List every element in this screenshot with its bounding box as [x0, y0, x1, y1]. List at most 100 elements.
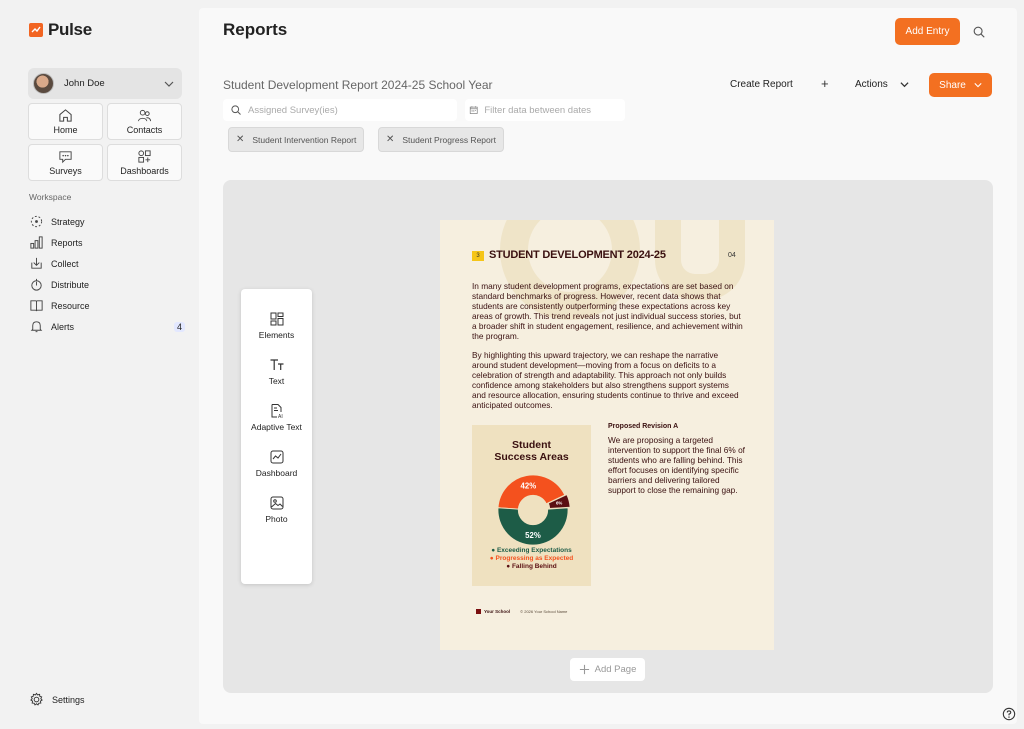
add-button[interactable]: +: [821, 76, 829, 91]
chip-label: Student Intervention Report: [252, 134, 357, 145]
settings-label: Settings: [52, 694, 85, 705]
user-menu[interactable]: John Doe: [28, 68, 182, 99]
page-heading[interactable]: STUDENT DEVELOPMENT 2024-25: [489, 249, 666, 261]
collect-icon: [31, 257, 42, 269]
revision-text[interactable]: We are proposing a targeted intervention…: [608, 435, 748, 495]
donut-slice-label: 52%: [525, 531, 541, 540]
tool-photo[interactable]: Photo: [241, 495, 312, 524]
school-logo-text: Your School: [484, 609, 511, 614]
close-icon[interactable]: ✕: [386, 134, 394, 145]
share-label: Share: [939, 79, 966, 91]
reports-icon: [30, 236, 43, 249]
add-page-button[interactable]: Add Page: [570, 658, 645, 681]
help-icon[interactable]: [1002, 707, 1016, 721]
photo-icon: [270, 496, 283, 510]
page-number: 04: [728, 252, 736, 259]
report-title: Student Development Report 2024-25 Schoo…: [223, 78, 493, 92]
nav-tile-surveys[interactable]: Surveys: [28, 144, 103, 181]
nav-tile-label: Home: [53, 125, 78, 135]
sidebar-item-label: Collect: [51, 258, 79, 269]
nav-tile-label: Contacts: [126, 125, 163, 135]
sidebar-item-label: Resource: [51, 300, 90, 311]
tool-adaptive-text[interactable]: AI Adaptive Text: [241, 403, 312, 432]
survey-filter[interactable]: [223, 99, 457, 121]
distribute-icon: [31, 278, 42, 291]
workspace-label: Workspace: [29, 192, 72, 202]
sidebar-item-resource[interactable]: Resource: [29, 295, 185, 316]
paragraph[interactable]: In many student development programs, ex…: [472, 281, 744, 341]
close-icon[interactable]: ✕: [236, 134, 244, 145]
gear-icon: [30, 692, 43, 706]
legend-item: ● Falling Behind: [506, 563, 557, 570]
chevron-down-icon: [900, 82, 909, 88]
app-logo[interactable]: Pulse: [29, 20, 92, 40]
strategy-icon: [30, 215, 43, 228]
element-toolbox: Elements Text AI Adaptive Text Dashboard…: [241, 289, 312, 584]
nav-tile-dashboards[interactable]: Dashboards: [107, 144, 182, 181]
nav-tiles: Home Contacts Surveys Dashboards: [28, 103, 182, 181]
nav-tile-label: Surveys: [49, 166, 82, 176]
tool-text[interactable]: Text: [241, 357, 312, 386]
revision-title[interactable]: Proposed Revision A: [608, 423, 678, 430]
chart-title-line: Success Areas: [494, 451, 569, 463]
resource-icon: [30, 300, 43, 312]
date-range-input[interactable]: [484, 104, 625, 116]
report-page[interactable]: 3 STUDENT DEVELOPMENT 2024-25 04 In many…: [440, 220, 774, 650]
filter-chip[interactable]: ✕ Student Intervention Report: [228, 127, 365, 152]
footer-copyright: © 2026 Your School Name: [520, 609, 568, 614]
home-icon: [59, 109, 72, 122]
date-filter[interactable]: [465, 99, 625, 121]
settings-link[interactable]: Settings: [29, 692, 85, 707]
legend-item: ● Exceeding Expectations: [491, 547, 572, 554]
alerts-count-badge: 4: [173, 321, 185, 332]
chevron-down-icon: [974, 83, 982, 88]
report-canvas: Elements Text AI Adaptive Text Dashboard…: [223, 180, 993, 693]
text-icon: [270, 359, 283, 370]
tool-label: Text: [268, 376, 285, 386]
create-report-button[interactable]: Create Report: [730, 79, 793, 90]
search-icon: [973, 26, 985, 38]
sidebar-item-label: Reports: [51, 237, 83, 248]
chip-label: Student Progress Report: [402, 134, 496, 145]
actions-label: Actions: [855, 79, 888, 90]
avatar: [33, 73, 54, 94]
page-footer: Your School © 2026 Your School Name: [476, 609, 567, 614]
sidebar-item-strategy[interactable]: Strategy: [29, 211, 185, 232]
survey-search-input[interactable]: [248, 104, 428, 116]
sidebar-item-distribute[interactable]: Distribute: [29, 274, 185, 295]
tool-label: Photo: [265, 514, 288, 524]
search-icon: [231, 105, 241, 115]
pulse-logo-icon: [29, 23, 43, 37]
sidebar-item-label: Strategy: [51, 216, 85, 227]
chevron-down-icon: [164, 81, 174, 87]
sidebar-item-label: Alerts: [51, 321, 75, 332]
filter-chip[interactable]: ✕ Student Progress Report: [378, 127, 504, 152]
section-number-badge: 3: [472, 251, 484, 261]
svg-text:AI: AI: [278, 414, 283, 419]
share-button[interactable]: Share: [929, 73, 992, 97]
nav-tile-label: Dashboards: [120, 166, 169, 176]
add-page-label: Add Page: [594, 664, 637, 675]
alerts-icon: [30, 321, 43, 333]
chart-card[interactable]: Student Success Areas 42% 6% 52% ● Exceedi…: [472, 425, 591, 586]
sidebar-item-alerts[interactable]: Alerts 4: [29, 316, 185, 337]
app-name: Pulse: [48, 20, 92, 39]
donut-chart: 42% 6% 52%: [497, 474, 571, 546]
sidebar-item-collect[interactable]: Collect: [29, 253, 185, 274]
tool-dashboard[interactable]: Dashboard: [241, 449, 312, 478]
dashboards-icon: [138, 150, 151, 163]
calendar-icon: [469, 106, 478, 114]
nav-tile-home[interactable]: Home: [28, 103, 103, 140]
nav-tile-contacts[interactable]: Contacts: [107, 103, 182, 140]
add-entry-button[interactable]: Add Entry: [895, 18, 960, 45]
search-button[interactable]: [967, 20, 991, 44]
contacts-icon: [137, 109, 152, 122]
sidebar-item-reports[interactable]: Reports: [29, 232, 185, 253]
school-logo-icon: [476, 609, 481, 614]
chart-title-line: Student: [511, 439, 552, 451]
actions-dropdown[interactable]: Actions: [855, 79, 909, 90]
adaptive-text-icon: AI: [271, 404, 283, 419]
paragraph[interactable]: By highlighting this upward trajectory, …: [472, 350, 744, 410]
tool-elements[interactable]: Elements: [241, 311, 312, 340]
sidebar: Pulse John Doe Home Contacts Surveys Das…: [0, 0, 198, 729]
